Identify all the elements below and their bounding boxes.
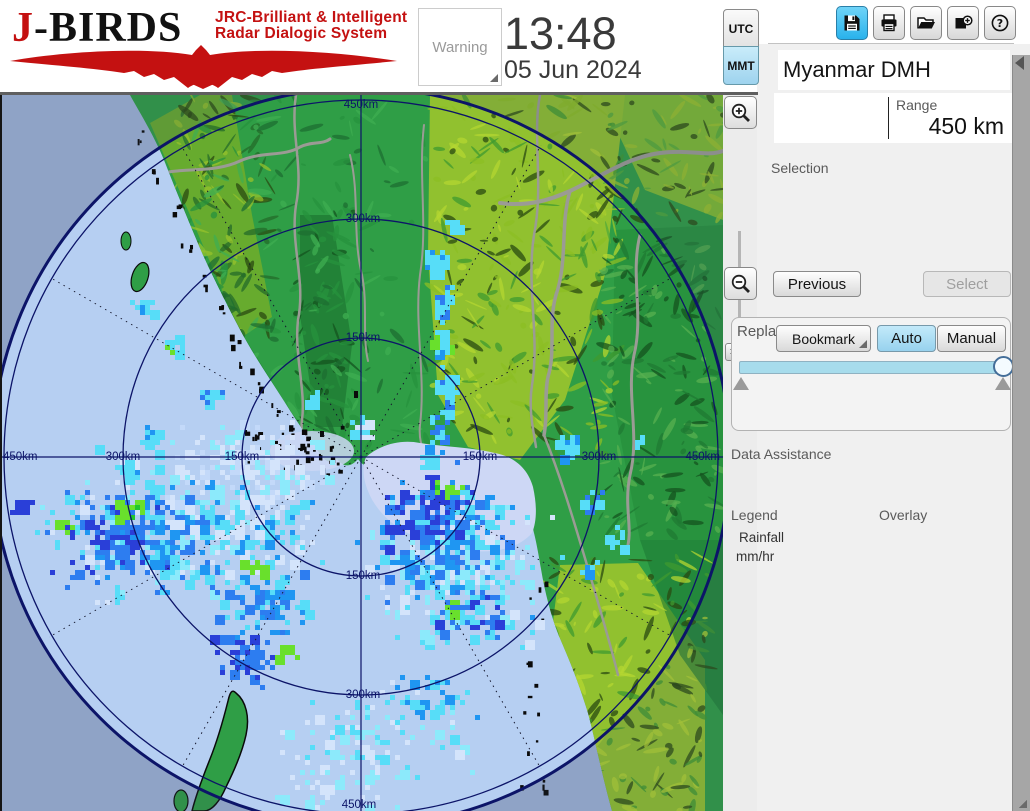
svg-text:450km: 450km	[342, 799, 377, 811]
radar-map[interactable]: 150km 150km 150km 150km 300km 300km 300km 300km…	[0, 86, 732, 811]
panel-resize-strip[interactable]	[1012, 55, 1030, 811]
station-name: Myanmar DMH	[778, 50, 1010, 90]
replay-range-end-marker[interactable]	[995, 377, 1011, 390]
jbirds-window: J-BIRDS JRC-Brilliant & Intelligent Rada…	[0, 0, 1030, 811]
legend-unit-line2: mm/hr	[736, 549, 775, 564]
clock-time: 13:48	[504, 8, 617, 59]
add-image-icon	[953, 13, 973, 33]
mmt-button[interactable]: MMT	[723, 46, 759, 85]
svg-text:150km: 150km	[463, 451, 498, 463]
legend-label: Legend	[731, 507, 778, 523]
print-icon	[879, 13, 899, 33]
open-folder-icon	[916, 13, 936, 33]
svg-text:450km: 450km	[344, 99, 379, 111]
zoom-in-button[interactable]	[724, 96, 757, 129]
save-icon	[842, 13, 862, 33]
range-label: Range	[896, 97, 938, 113]
warning-button[interactable]: Warning	[418, 8, 502, 86]
replay-slider-track[interactable]	[739, 361, 1007, 374]
manual-button[interactable]: Manual	[937, 325, 1006, 352]
print-button[interactable]	[873, 6, 905, 40]
selection-label: Selection	[771, 160, 829, 176]
overlay-label: Overlay	[879, 507, 928, 523]
auto-button[interactable]: Auto	[877, 325, 936, 352]
radar-map-canvas: 150km 150km 150km 150km 300km 300km 300km 300km…	[0, 86, 732, 811]
svg-text:150km: 150km	[346, 332, 381, 344]
data-assistance-label: Data Assistance	[731, 446, 832, 462]
save-button[interactable]	[836, 6, 868, 40]
toolbar: ?	[836, 6, 1016, 40]
toolbar-divider	[768, 43, 1014, 44]
svg-text:300km: 300km	[582, 451, 617, 463]
svg-text:300km: 300km	[346, 213, 381, 225]
svg-text:300km: 300km	[346, 689, 381, 701]
replay-slider-thumb[interactable]	[993, 356, 1014, 377]
svg-text:?: ?	[997, 17, 1003, 30]
help-button[interactable]: ?	[984, 6, 1016, 40]
svg-text:450km: 450km	[3, 451, 38, 463]
select-button[interactable]: Select	[923, 271, 1011, 297]
svg-text:150km: 150km	[225, 451, 260, 463]
help-icon: ?	[990, 13, 1010, 33]
svg-text:300km: 300km	[106, 451, 141, 463]
zoom-out-icon	[731, 274, 750, 293]
eagle-logo-icon	[10, 45, 397, 89]
zoom-in-icon	[731, 103, 750, 122]
svg-text:150km: 150km	[346, 570, 381, 582]
range-value: 450 km	[928, 113, 1004, 139]
svg-text:450km: 450km	[685, 451, 720, 463]
utc-button[interactable]: UTC	[723, 9, 759, 48]
bookmark-button[interactable]: Bookmark	[776, 325, 871, 352]
panel-collapse-icon[interactable]	[1015, 56, 1024, 70]
add-image-button[interactable]	[947, 6, 979, 40]
zoom-out-button[interactable]	[724, 267, 757, 300]
replay-range-start-marker[interactable]	[733, 377, 749, 390]
clock-date: 05 Jun 2024	[504, 56, 642, 84]
previous-button[interactable]: Previous	[773, 271, 861, 297]
map-left-edge	[0, 95, 2, 811]
open-folder-button[interactable]	[910, 6, 942, 40]
app-logo-subtitle: JRC-Brilliant & Intelligent Radar Dialog…	[215, 9, 408, 43]
legend-unit-line1: Rainfall	[739, 530, 785, 545]
